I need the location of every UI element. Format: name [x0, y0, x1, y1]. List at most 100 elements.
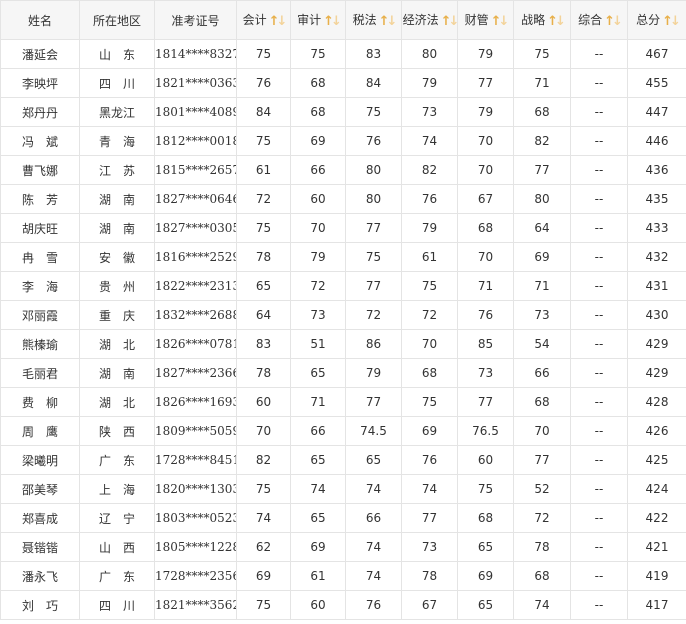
- column-header-audit[interactable]: 审计 ↑↓: [290, 0, 346, 40]
- column-header-label: 姓名: [27, 13, 52, 28]
- cell-comprehensive: --: [570, 242, 628, 272]
- cell-comprehensive: --: [570, 474, 628, 504]
- table-row: 聂锴锴山 西 1805****1228 62 69 74 73 65 78 -- 421: [0, 532, 686, 562]
- cell-tax: 80: [345, 184, 402, 214]
- cell-audit: 69: [290, 126, 346, 156]
- cell-accounting: 69: [236, 561, 291, 591]
- table-row: 李 海贵 州 1822****2313 65 72 77 75 71 71 -- 431: [0, 271, 686, 301]
- table-row: 胡庆旺湖 南 1827****0305 75 70 77 79 68 64 -- 433: [0, 213, 686, 243]
- cell-total: 446: [627, 126, 686, 156]
- cell-exam-id: 1827****0646: [154, 184, 237, 214]
- table-row: 毛丽君湖 南 1827****2366 78 65 79 68 73 66 -- 429: [0, 358, 686, 388]
- cell-exam-id: 1803****0523: [154, 503, 237, 533]
- cell-total: 422: [627, 503, 686, 533]
- cell-region: 江 苏: [79, 155, 155, 185]
- cell-accounting: 78: [236, 358, 291, 388]
- sort-up-down-icon[interactable]: ↑↓: [323, 14, 342, 29]
- cell-audit: 69: [290, 532, 346, 562]
- cell-tax: 77: [345, 271, 402, 301]
- column-header-label: 税法: [352, 13, 377, 27]
- cell-exam-id: 1826****0781: [154, 329, 237, 359]
- column-header-strategy[interactable]: 战略 ↑↓: [513, 0, 571, 40]
- column-header-economic_law[interactable]: 经济法 ↑↓: [401, 0, 458, 40]
- table-row: 邵美琴上 海 1820****1303 75 74 74 74 75 52 -- 424: [0, 474, 686, 504]
- cell-region: 湖 北: [79, 387, 155, 417]
- cell-total: 432: [627, 242, 686, 272]
- cell-economic-law: 61: [401, 242, 458, 272]
- cell-tax: 77: [345, 387, 402, 417]
- table-row: 陈 芳湖 南 1827****0646 72 60 80 76 67 80 -- 435: [0, 184, 686, 214]
- cell-comprehensive: --: [570, 358, 628, 388]
- cell-name: 陈 芳: [0, 184, 80, 214]
- cell-economic-law: 77: [401, 503, 458, 533]
- cell-finance: 70: [457, 242, 514, 272]
- column-header-finance[interactable]: 财管 ↑↓: [457, 0, 514, 40]
- cell-economic-law: 75: [401, 271, 458, 301]
- sort-up-down-icon[interactable]: ↑↓: [269, 14, 288, 29]
- cell-accounting: 75: [236, 474, 291, 504]
- cell-exam-id: 1827****2366: [154, 358, 237, 388]
- column-header-comprehensive[interactable]: 综合 ↑↓: [570, 0, 628, 40]
- sort-up-down-icon[interactable]: ↑↓: [491, 14, 510, 29]
- table-body: 潘延会山 东 1814****8327 75 75 83 80 79 75 -- 467 李映坪四 …: [0, 39, 686, 620]
- cell-audit: 60: [290, 184, 346, 214]
- cell-name: 费 柳: [0, 387, 80, 417]
- table-row: 冯 斌青 海 1812****0018 75 69 76 74 70 82 -- 446: [0, 126, 686, 156]
- table-row: 冉 雪安 徽 1816****2529 78 79 75 61 70 69 -- 432: [0, 242, 686, 272]
- cell-total: 424: [627, 474, 686, 504]
- cell-economic-law: 79: [401, 213, 458, 243]
- cell-strategy: 78: [513, 532, 571, 562]
- cell-region: 四 川: [79, 590, 155, 620]
- cell-name: 胡庆旺: [0, 213, 80, 243]
- cell-economic-law: 76: [401, 184, 458, 214]
- cell-strategy: 54: [513, 329, 571, 359]
- cell-exam-id: 1820****1303: [154, 474, 237, 504]
- cell-audit: 65: [290, 503, 346, 533]
- cell-economic-law: 82: [401, 155, 458, 185]
- cell-total: 428: [627, 387, 686, 417]
- table-row: 熊榛瑜湖 北 1826****0781 83 51 86 70 85 54 -- 429: [0, 329, 686, 359]
- cell-region: 四 川: [79, 68, 155, 98]
- cell-strategy: 77: [513, 445, 571, 475]
- cell-accounting: 72: [236, 184, 291, 214]
- cell-tax: 80: [345, 155, 402, 185]
- cell-exam-id: 1816****2529: [154, 242, 237, 272]
- cell-comprehensive: --: [570, 416, 628, 446]
- cell-finance: 70: [457, 155, 514, 185]
- sort-up-down-icon[interactable]: ↑↓: [547, 14, 566, 29]
- column-header-label: 所在地区: [92, 13, 141, 28]
- cell-economic-law: 69: [401, 416, 458, 446]
- cell-total: 467: [627, 39, 686, 69]
- cell-region: 湖 南: [79, 184, 155, 214]
- cell-finance: 76: [457, 300, 514, 330]
- cell-total: 436: [627, 155, 686, 185]
- table-row: 费 柳湖 北 1826****1693 60 71 77 75 77 68 -- 428: [0, 387, 686, 417]
- cell-name: 聂锴锴: [0, 532, 80, 562]
- cell-accounting: 65: [236, 271, 291, 301]
- cell-exam-id: 1728****8451: [154, 445, 237, 475]
- cell-comprehensive: --: [570, 445, 628, 475]
- sort-up-down-icon[interactable]: ↑↓: [662, 14, 681, 29]
- column-header-total[interactable]: 总分 ↑↓: [627, 0, 686, 40]
- cell-audit: 71: [290, 387, 346, 417]
- cell-finance: 60: [457, 445, 514, 475]
- cell-region: 上 海: [79, 474, 155, 504]
- cell-tax: 74: [345, 561, 402, 591]
- cell-strategy: 71: [513, 68, 571, 98]
- sort-up-down-icon[interactable]: ↑↓: [441, 14, 457, 29]
- cell-total: 433: [627, 213, 686, 243]
- column-header-tax[interactable]: 税法 ↑↓: [345, 0, 402, 40]
- column-header-label: 准考证号: [171, 13, 220, 28]
- cell-region: 安 徽: [79, 242, 155, 272]
- sort-up-down-icon[interactable]: ↑↓: [379, 14, 398, 29]
- cell-total: 429: [627, 329, 686, 359]
- sort-up-down-icon[interactable]: ↑↓: [604, 14, 623, 29]
- cell-finance: 77: [457, 387, 514, 417]
- table-header: 姓名 所在地区 准考证号 会计 ↑↓ 审计 ↑↓ 税法 ↑↓ 经济法 ↑↓ 财管 ↑↓ 战略 ↑↓ 综合 ↑↓ 总…: [0, 0, 686, 40]
- cell-accounting: 82: [236, 445, 291, 475]
- cell-comprehensive: --: [570, 561, 628, 591]
- cell-audit: 60: [290, 590, 346, 620]
- table-row: 周 鹰陕 西 1809****5059 70 66 74.5 69 76.5 70 -- 426: [0, 416, 686, 446]
- column-header-accounting[interactable]: 会计 ↑↓: [236, 0, 291, 40]
- cell-strategy: 66: [513, 358, 571, 388]
